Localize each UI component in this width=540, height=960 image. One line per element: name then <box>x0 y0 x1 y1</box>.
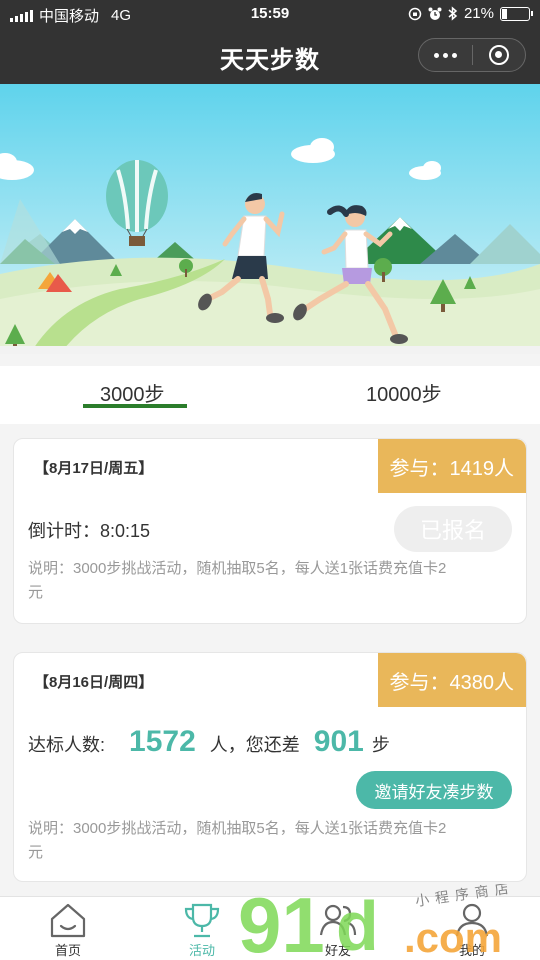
tabbar-label: 我的 <box>458 943 485 958</box>
mini-program-capsule <box>418 38 526 72</box>
tabbar-label: 首页 <box>54 943 81 958</box>
activity-card-today: 【8月17日/周五】 参与：1419人 倒计时：8:0:15 已报名 说明：30… <box>13 438 527 624</box>
running-couple-illustration <box>0 84 540 354</box>
active-tab-indicator <box>83 404 187 408</box>
tabbar-activity[interactable]: 活动 <box>162 901 242 959</box>
bottom-tab-bar: 首页 活动 好友 我的 <box>0 896 540 960</box>
tab-10000-steps[interactable]: 10000步 <box>366 378 442 407</box>
activity-card-yesterday: 【8月16日/周四】 参与：4380人 达标人数: 1572 人，您还差 901… <box>13 652 527 882</box>
tabbar-friends[interactable]: 好友 <box>298 901 378 959</box>
tabbar-label: 好友 <box>324 943 351 958</box>
tabbar-home[interactable]: 首页 <box>28 901 108 959</box>
tabbar-label: 活动 <box>188 943 215 958</box>
steps-unit: 步 <box>371 735 390 755</box>
card-date: 【8月17日/周五】 <box>34 460 154 477</box>
trophy-icon <box>184 903 220 938</box>
qualified-stats: 达标人数: 1572 人，您还差 901 步 <box>28 725 390 759</box>
qualified-label: 达标人数: <box>28 735 106 755</box>
friends-icon <box>319 904 357 936</box>
more-dots-icon <box>433 52 457 58</box>
banner-illustration <box>0 84 540 354</box>
more-button[interactable] <box>419 39 472 71</box>
status-bar: 中国移动 4G 15:59 21% <box>0 0 540 28</box>
alarm-icon <box>428 7 442 20</box>
tabbar-profile[interactable]: 我的 <box>432 901 512 959</box>
orientation-lock-icon <box>408 7 422 20</box>
status-right: 21% <box>408 5 533 22</box>
participants-badge: 参与：1419人 <box>377 439 526 493</box>
navigation-bar: 天天步数 <box>0 28 540 84</box>
remaining-steps: 901 <box>313 725 364 758</box>
activity-description: 说明：3000步挑战活动，随机抽取5名，每人送1张话费充值卡2元 <box>28 560 447 601</box>
home-icon <box>50 903 86 938</box>
card-date: 【8月16日/周四】 <box>34 674 154 691</box>
profile-icon <box>455 903 489 937</box>
close-mini-program-button[interactable] <box>472 39 525 71</box>
qualified-count: 1572 <box>129 725 196 758</box>
countdown-text: 倒计时：8:0:15 <box>28 521 151 541</box>
battery-icon <box>500 6 533 21</box>
activity-description: 说明：3000步挑战活动，随机抽取5名，每人送1张话费充值卡2元 <box>28 820 447 861</box>
tab-3000-steps[interactable]: 3000步 <box>100 378 165 407</box>
participants-badge: 参与：4380人 <box>377 653 526 707</box>
step-tabs: 3000步 10000步 <box>0 366 540 424</box>
invite-friends-button[interactable]: 邀请好友凑步数 <box>356 771 512 809</box>
bluetooth-icon <box>448 6 458 21</box>
battery-percent: 21% <box>463 5 494 22</box>
target-icon <box>488 45 509 65</box>
registered-button[interactable]: 已报名 <box>394 506 512 552</box>
remaining-label: 人，您还差 <box>209 735 300 755</box>
